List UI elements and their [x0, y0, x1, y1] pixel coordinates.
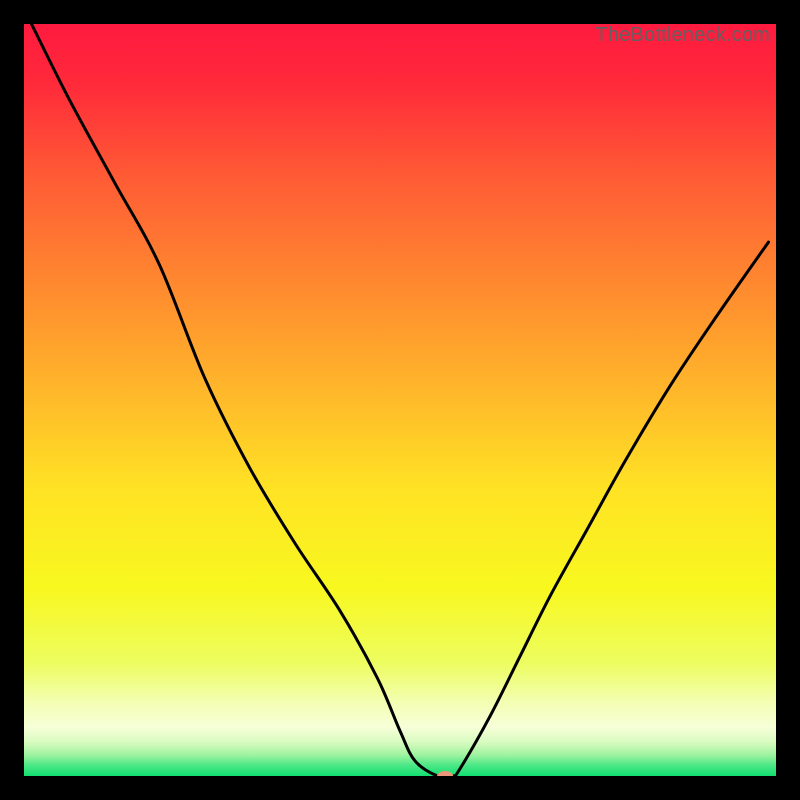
- gradient-background: [24, 24, 776, 776]
- bottleneck-chart: [24, 24, 776, 776]
- plot-area: TheBottleneck.com: [24, 24, 776, 776]
- watermark-label: TheBottleneck.com: [595, 24, 770, 47]
- chart-frame: TheBottleneck.com: [0, 0, 800, 800]
